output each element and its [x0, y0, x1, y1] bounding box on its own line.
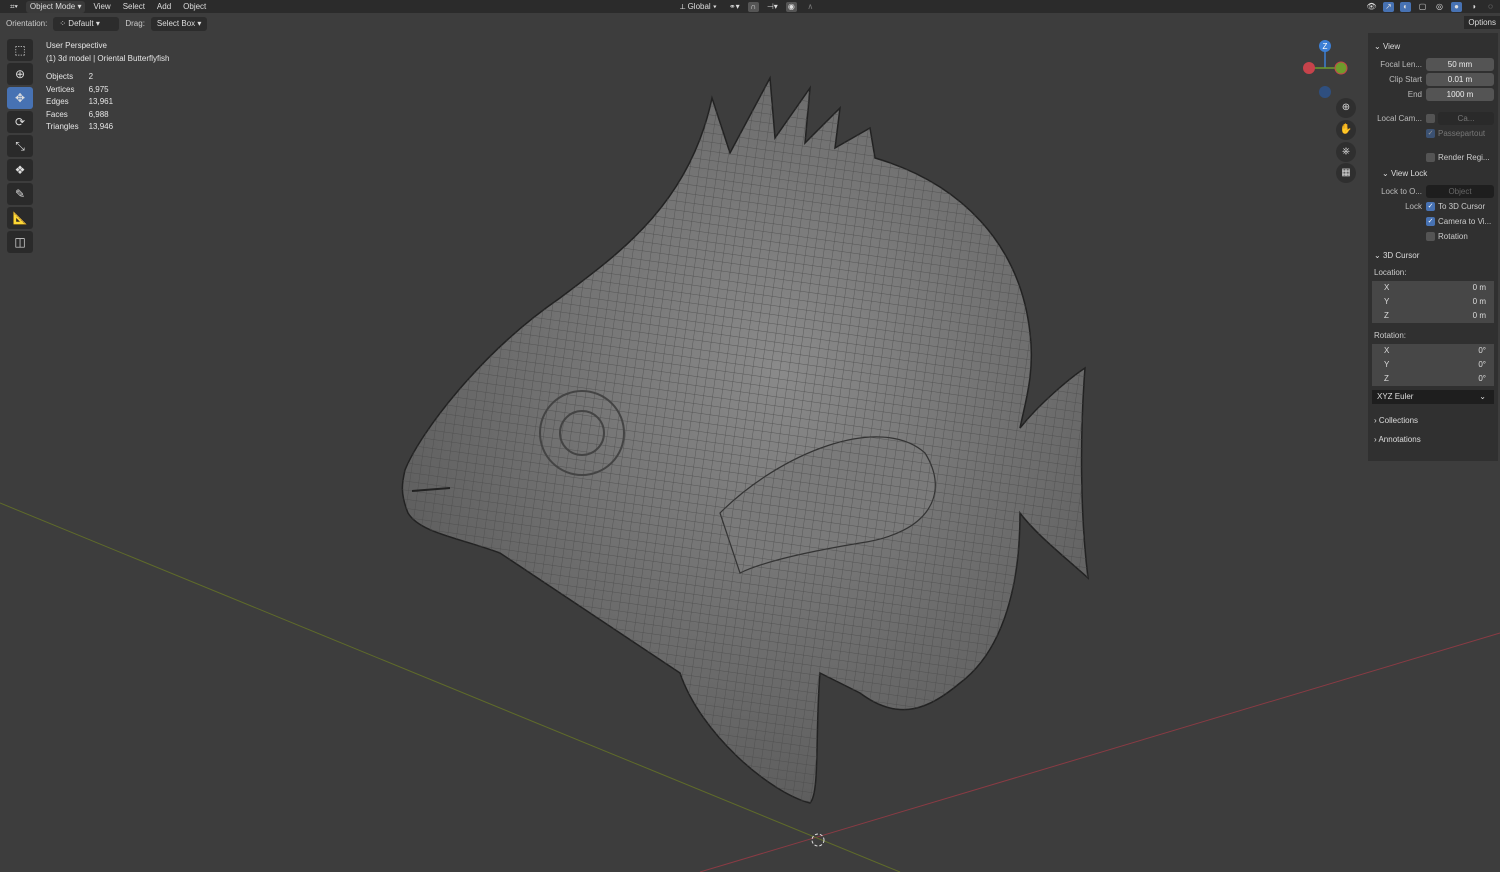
viewport-info: User Perspective (1) 3d model | Oriental… [46, 40, 169, 134]
menu-add[interactable]: Add [153, 1, 175, 13]
viewport-shading-controls: 👁 ↗ ◐ ▢ ◎ ● ◑ ◌ [1366, 0, 1496, 13]
local-camera-field[interactable]: Ca... [1438, 111, 1494, 125]
annotations-section-header[interactable]: › Annotations [1374, 435, 1494, 444]
mode-select[interactable]: Object Mode ▾ [25, 0, 86, 13]
cursor-rotation-y[interactable]: Y 0° [1372, 358, 1494, 372]
toolbar: ⬚ ⊕ ✥ ⟳ ⤡ ❖ ✎ 📐 ◫ [7, 39, 34, 255]
focal-length-field[interactable]: 50 mm [1426, 57, 1494, 71]
lock-cursor-checkbox[interactable]: ✓ [1426, 201, 1435, 211]
passepartout-checkbox[interactable]: ✓ [1426, 128, 1435, 138]
cursor-location-z[interactable]: Z0 m [1372, 309, 1494, 323]
viewport-3d[interactable] [0, 33, 1500, 872]
menu-object[interactable]: Object [179, 1, 210, 13]
measure-tool-icon[interactable]: 📐 [7, 207, 33, 229]
pivot-icon[interactable]: ⚭▾ [729, 2, 740, 12]
svg-text:Z: Z [1323, 42, 1328, 51]
falloff-icon[interactable]: ∧ [805, 2, 816, 12]
rendered-shading-icon[interactable]: ◌ [1485, 2, 1496, 12]
move-tool-icon[interactable]: ✥ [7, 87, 33, 109]
editor-type-icon[interactable]: ⌗▾ [6, 1, 22, 13]
rotation-mode-select[interactable]: XYZ Euler ⌄ [1372, 390, 1494, 404]
cursor-rotation-x[interactable]: X 0° [1372, 344, 1494, 358]
camera-to-view-checkbox[interactable]: ✓ [1426, 216, 1435, 226]
pan-hand-icon[interactable]: ✋ [1336, 120, 1356, 140]
select-box-tool-icon[interactable]: ⬚ [7, 39, 33, 61]
solid-shading-icon[interactable]: ● [1451, 1, 1462, 12]
cursor-location-y[interactable]: Y0 m [1372, 295, 1494, 309]
visibility-icon[interactable]: 👁 [1366, 2, 1377, 12]
view-lock-section-header[interactable]: ⌄ View Lock [1374, 169, 1494, 178]
orientation-select[interactable]: ⁘ Default ▾ [53, 16, 120, 31]
xray-icon[interactable]: ▢ [1417, 2, 1428, 12]
cursor-rotation-z[interactable]: Z 0° [1372, 372, 1494, 386]
drag-select[interactable]: Select Box ▾ [150, 16, 208, 31]
gizmo-toggle-icon[interactable]: ↗ [1383, 1, 1394, 12]
scene-stats: Objects 2 Vertices 6,975 Edges 13,961 Faces… [46, 72, 114, 131]
lock-to-object-field[interactable]: Object [1426, 184, 1494, 198]
wireframe-shading-icon[interactable]: ◎ [1434, 2, 1445, 12]
overlay-toggle-icon[interactable]: ◐ [1400, 1, 1411, 12]
render-region-checkbox[interactable] [1426, 152, 1435, 162]
clip-start-field[interactable]: 0.01 m [1426, 72, 1494, 86]
transform-tool-icon[interactable]: ❖ [7, 159, 33, 181]
options-button[interactable]: Options [1464, 16, 1500, 29]
ortho-grid-icon[interactable]: ▦ [1336, 163, 1356, 183]
clip-end-field[interactable]: 1000 m [1426, 87, 1494, 101]
camera-view-icon[interactable]: ⎈ [1336, 142, 1356, 162]
sidebar-view-panel: ⌄ View Focal Len... 50 mm Clip Start 0.01 … [1368, 33, 1498, 461]
fish-mesh[interactable] [401, 75, 1089, 804]
transform-orientation-select[interactable]: ⟂ Global ▾ [676, 1, 721, 13]
navigation-gizmo[interactable]: Z [1300, 38, 1350, 100]
scale-tool-icon[interactable]: ⤡ [7, 135, 33, 157]
local-camera-checkbox[interactable] [1426, 113, 1435, 123]
add-cube-tool-icon[interactable]: ◫ [7, 231, 33, 253]
snap-icon[interactable]: ∩ [747, 1, 759, 12]
annotate-tool-icon[interactable]: ✎ [7, 183, 33, 205]
view-section-header[interactable]: ⌄ View [1374, 42, 1494, 51]
zoom-icon[interactable]: ⊕ [1336, 98, 1356, 118]
3d-cursor-section-header[interactable]: ⌄ 3D Cursor [1374, 251, 1494, 260]
transform-controls: ⟂ Global ▾ ⚭▾ ∩ ⊣▾ ◉ ∧ [676, 0, 816, 13]
cursor-location-x[interactable]: X0 m [1372, 281, 1494, 295]
proportional-edit-icon[interactable]: ◉ [785, 1, 797, 12]
material-shading-icon[interactable]: ◑ [1468, 2, 1479, 12]
menu-view[interactable]: View [89, 1, 114, 13]
lock-rotation-checkbox[interactable] [1426, 231, 1435, 241]
rotate-tool-icon[interactable]: ⟳ [7, 111, 33, 133]
cursor-tool-icon[interactable]: ⊕ [7, 63, 33, 85]
tool-header: Orientation: ⁘ Default ▾ Drag: Select Bo… [0, 14, 1500, 33]
menu-select[interactable]: Select [119, 1, 149, 13]
collections-section-header[interactable]: › Collections [1374, 416, 1494, 425]
snap-target-icon[interactable]: ⊣▾ [767, 2, 778, 12]
